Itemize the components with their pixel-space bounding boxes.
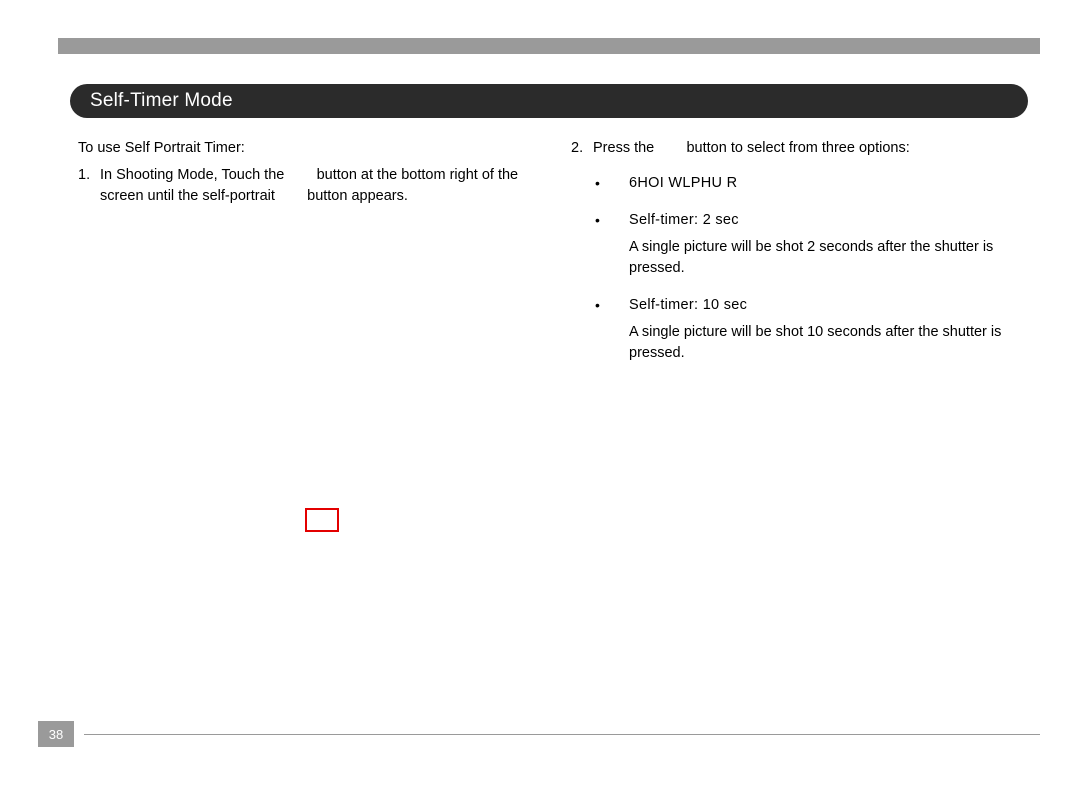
step-1-text-c: button appears. (307, 188, 408, 204)
bullet-icon: • (571, 210, 629, 231)
left-lead: To use Self Portrait Timer: (78, 138, 535, 159)
step-2-number: 2. (571, 138, 593, 159)
step-2: 2. Press the button to select from three… (571, 138, 1028, 159)
step-1-number: 1. (78, 165, 100, 207)
step-2-text-a: Press the (593, 140, 658, 156)
option-off-title: 6HOI WLPHU R (629, 175, 737, 191)
right-column: 2. Press the button to select from three… (571, 138, 1028, 380)
highlight-box (305, 508, 339, 532)
section-heading-pill: Self-Timer Mode (70, 84, 1028, 118)
section-heading: Self-Timer Mode (90, 90, 233, 112)
step-2-text-b: button to select from three options: (686, 140, 909, 156)
bullet-icon: • (571, 295, 629, 316)
option-2sec-desc: A single picture will be shot 2 seconds … (571, 237, 1028, 279)
footer-line (84, 734, 1040, 735)
content-columns: To use Self Portrait Timer: 1. In Shooti… (78, 138, 1028, 380)
step-1-text-a: In Shooting Mode, Touch the (100, 167, 288, 183)
bullet-icon: • (571, 173, 629, 194)
option-2sec-text: Self-timer: 2 sec (629, 210, 1028, 231)
page-number: 38 (49, 727, 63, 742)
step-2-text: Press the button to select from three op… (593, 138, 1028, 159)
option-10sec-title: Self-timer: 10 sec (629, 297, 747, 313)
page-number-badge: 38 (38, 721, 74, 747)
header-bar (58, 38, 1040, 54)
option-2sec-title: Self-timer: 2 sec (629, 212, 739, 228)
option-off-text: 6HOI WLPHU R (629, 173, 1028, 194)
footer: 38 (38, 721, 1040, 747)
option-off: • 6HOI WLPHU R (571, 173, 1028, 194)
options-list: • 6HOI WLPHU R • Self-timer: 2 sec A sin… (571, 173, 1028, 364)
option-10sec-desc: A single picture will be shot 10 seconds… (571, 322, 1028, 364)
option-10sec: • Self-timer: 10 sec (571, 295, 1028, 316)
option-2sec: • Self-timer: 2 sec (571, 210, 1028, 231)
option-10sec-text: Self-timer: 10 sec (629, 295, 1028, 316)
left-column: To use Self Portrait Timer: 1. In Shooti… (78, 138, 535, 380)
step-1-text: In Shooting Mode, Touch the button at th… (100, 165, 535, 207)
step-1: 1. In Shooting Mode, Touch the button at… (78, 165, 535, 207)
